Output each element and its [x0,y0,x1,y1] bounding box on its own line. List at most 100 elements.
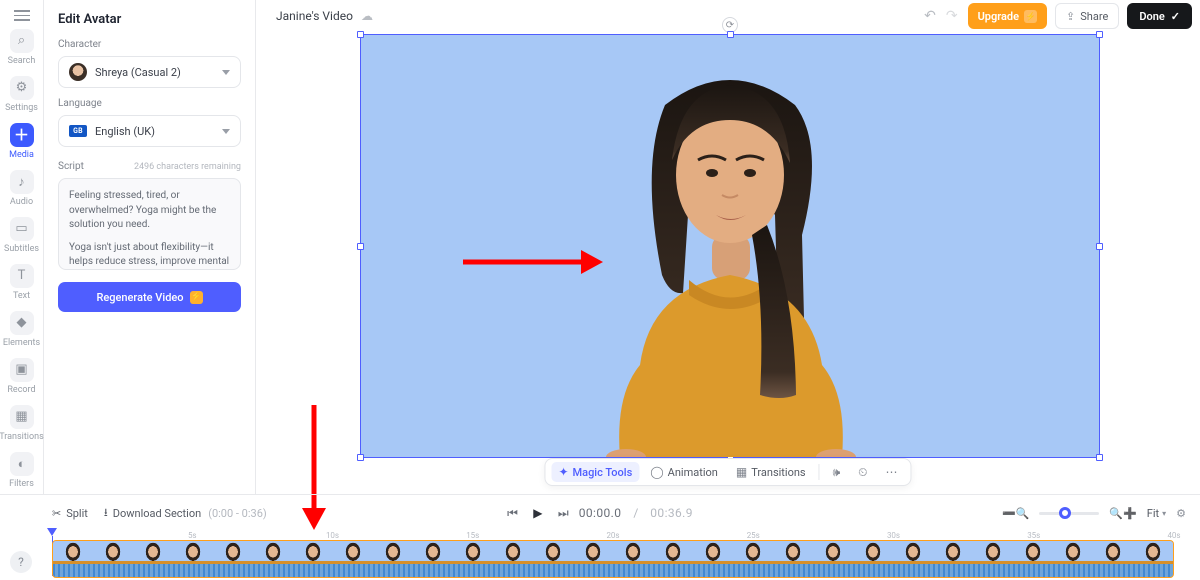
clip-thumb [1133,541,1173,577]
subtitles-icon: ▭ [10,217,34,241]
sidebar-item-label: Record [7,385,35,395]
bolt-icon: ⚡ [1024,10,1037,23]
resize-handle[interactable] [727,31,734,38]
menu-toggle[interactable] [0,6,44,23]
resize-handle[interactable] [357,31,364,38]
sidebar-item-transitions[interactable]: ▦Transitions [0,401,44,446]
clip-thumb [253,541,293,577]
clip-thumb [1053,541,1093,577]
redo-button[interactable]: ↷ [946,8,958,24]
transitions-button[interactable]: ▦Transitions [729,462,813,482]
timeline-settings-button[interactable]: ⚙ [1176,507,1186,520]
sidebar-item-record[interactable]: ▣ Record [0,354,44,399]
elements-icon: ◆ [10,311,34,335]
clip-thumb [373,541,413,577]
sidebar-item-label: Subtitles [4,244,39,254]
prev-button[interactable]: ⏮ [507,506,518,521]
upgrade-label: Upgrade [978,10,1019,23]
selected-element[interactable]: ⟳ [360,34,1100,458]
panel-title: Edit Avatar [58,12,241,27]
resize-handle[interactable] [357,243,364,250]
share-button[interactable]: ⇪ Share [1055,3,1119,29]
resize-handle[interactable] [1096,31,1103,38]
regenerate-video-button[interactable]: Regenerate Video ⚡ [58,282,241,312]
share-label: Share [1080,10,1108,23]
sidebar-item-elements[interactable]: ◆Elements [0,307,44,352]
speed-button[interactable]: ⏲ [851,462,874,483]
timeline-panel: ✂Split ⭳Download Section(0:00 - 0:36) ⏮ … [0,494,1200,579]
zoom-slider[interactable] [1039,512,1099,515]
sidebar-item-label: Settings [5,103,38,113]
playhead[interactable] [47,528,57,536]
clip-thumb [533,541,573,577]
sidebar-item-audio[interactable]: ♪ Audio [0,166,44,211]
plus-icon: ＋ [10,123,34,147]
sidebar-item-label: Audio [10,197,33,207]
slider-thumb[interactable] [1059,507,1071,519]
chevron-down-icon: ▾ [1162,509,1166,518]
magic-tools-button[interactable]: ✦Magic Tools [551,462,639,482]
clip-thumb [293,541,333,577]
fit-button[interactable]: Fit▾ [1147,507,1166,520]
clip-thumb [453,541,493,577]
clip-thumb [1093,541,1133,577]
record-icon: ▣ [10,358,34,382]
zoom-in-button[interactable]: 🔍➕ [1109,507,1136,520]
avatar-icon [69,63,87,81]
sidebar-item-search[interactable]: ⌕Search [0,25,44,70]
ellipsis-icon: ⋯ [886,465,898,479]
tick: 20s [606,531,619,540]
split-button[interactable]: ✂Split [52,507,88,520]
more-button[interactable]: ⋯ [879,462,905,482]
clip-thumb [573,541,613,577]
done-button[interactable]: Done ✓ [1127,3,1192,29]
clip-thumb [973,541,1013,577]
character-value: Shreya (Casual 2) [95,66,181,79]
transitions-icon: ▦ [736,465,747,479]
clip-thumb [173,541,213,577]
canvas[interactable]: ⟳ [256,34,1200,494]
tick: 35s [1027,531,1040,540]
tick: 10s [326,531,339,540]
transitions-icon: ▦ [10,405,34,429]
upgrade-button[interactable]: Upgrade ⚡ [968,3,1047,29]
app-sidebar: ⌕Search ⚙Settings ＋Media ♪ Audio ▭ Subtitl… [0,0,44,494]
sidebar-item-media[interactable]: ＋Media [0,119,44,164]
clip-thumb [893,541,933,577]
download-icon: ⭳ [104,504,108,523]
scissors-icon: ✂ [52,507,61,520]
bolt-icon: ⚡ [190,291,203,304]
audio-icon: ♪ [10,170,34,194]
script-textarea[interactable]: Feeling stressed, tired, or overwhelmed?… [58,178,241,270]
download-section-button[interactable]: ⭳Download Section(0:00 - 0:36) [104,504,267,523]
resize-handle[interactable] [1096,454,1103,461]
timeline-clip[interactable] [52,540,1174,578]
undo-button[interactable]: ↶ [924,8,936,24]
sidebar-item-text[interactable]: TText [0,260,44,305]
zoom-out-button[interactable]: ➖🔍 [1002,507,1029,520]
resize-handle[interactable] [357,454,364,461]
label-script: Script [58,161,84,172]
sidebar-item-settings[interactable]: ⚙Settings [0,72,44,117]
label-language: Language [58,98,241,109]
next-button[interactable]: ⏭ [558,506,569,521]
character-select[interactable]: Shreya (Casual 2) [58,56,241,88]
language-select[interactable]: GB English (UK) [58,115,241,147]
clip-thumb [133,541,173,577]
resize-handle[interactable] [1096,243,1103,250]
language-value: English (UK) [95,125,155,138]
sidebar-item-filters[interactable]: ◐Filters [0,448,44,493]
clip-thumb [333,541,373,577]
speaker-icon: 🕪 [833,465,841,480]
project-title[interactable]: Janine's Video [276,9,353,23]
sidebar-item-subtitles[interactable]: ▭ Subtitles [0,213,44,258]
avatar-figure [570,65,890,457]
tick: 5s [188,531,197,540]
time-total: 00:36.9 [650,506,693,520]
timeline[interactable]: 5s 10s 15s 20s 25s 30s 35s 40s [0,531,1200,580]
volume-button[interactable]: 🕪 [826,462,848,483]
clip-thumb [613,541,653,577]
animation-button[interactable]: ◯Animation [643,462,725,482]
play-button[interactable]: ▶ [528,503,548,523]
characters-remaining: 2496 characters remaining [134,162,241,172]
